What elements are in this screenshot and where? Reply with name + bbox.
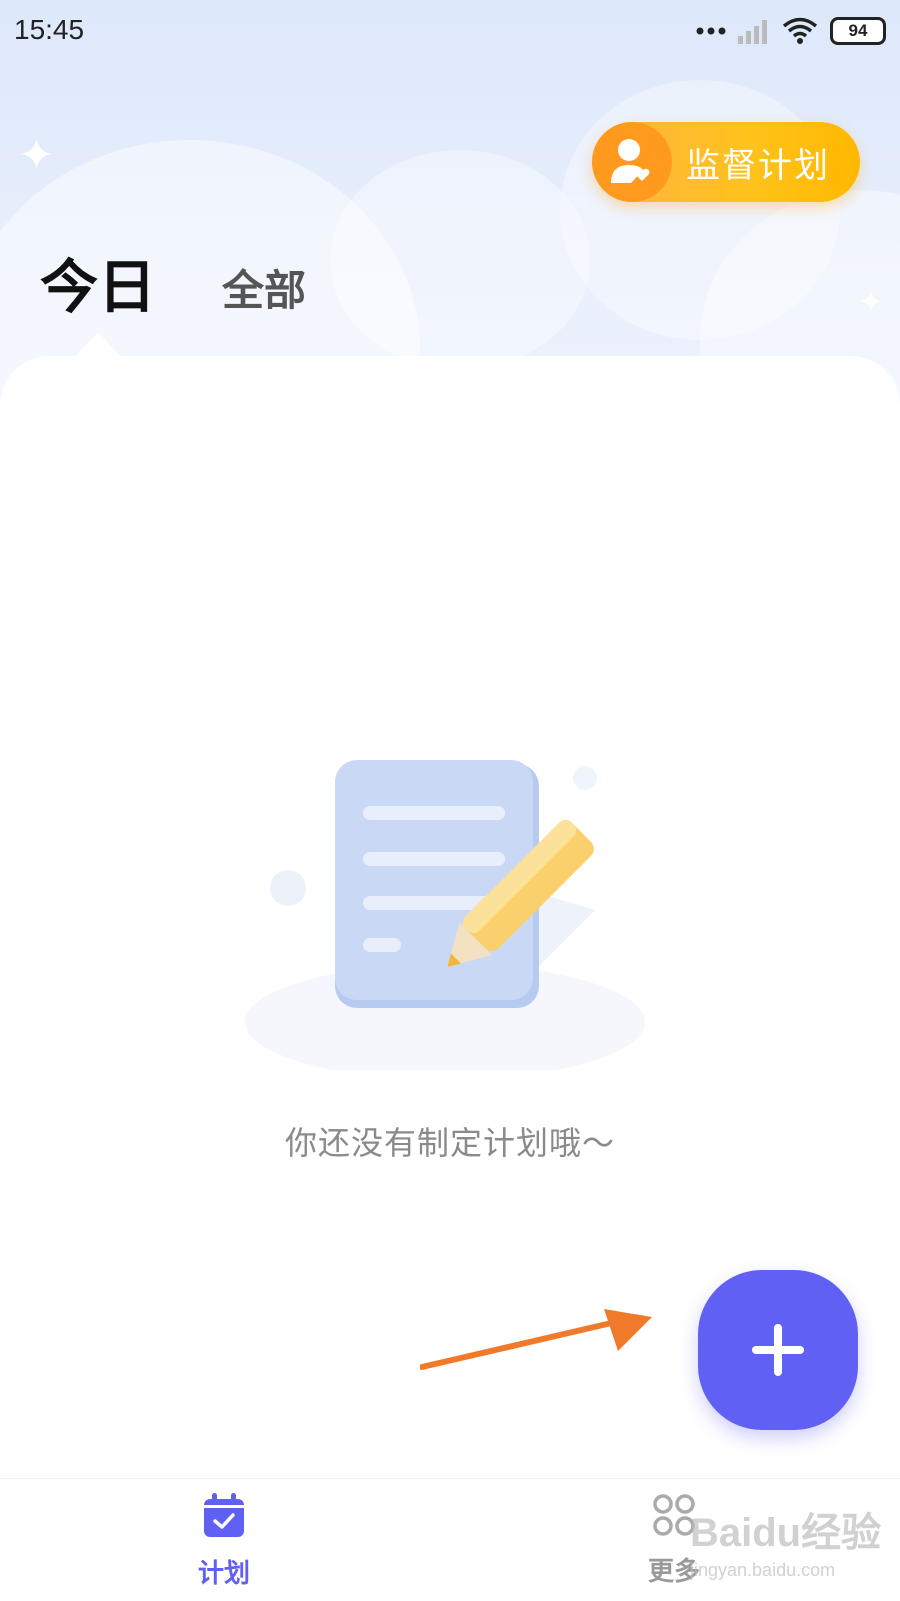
supervise-plan-label: 监督计划: [686, 145, 830, 186]
status-time: 15:45: [14, 14, 85, 45]
nav-item-plan[interactable]: 计划: [164, 1493, 284, 1590]
status-icons: 94: [696, 16, 886, 46]
tab-all[interactable]: 全部: [222, 257, 306, 324]
tab-bar: 今日 全部: [40, 240, 306, 324]
sparkle-icon: ✦: [858, 285, 884, 320]
document-pencil-illustration: [245, 760, 645, 1070]
nav-label-plan: 计划: [197, 1559, 250, 1589]
annotation-arrow: [420, 1309, 652, 1370]
sparkle-icon: ✦: [18, 130, 55, 181]
supervisor-heart-icon: [592, 122, 672, 202]
add-plan-button[interactable]: [698, 1270, 858, 1430]
calendar-check-icon: [204, 1493, 244, 1537]
tab-today[interactable]: 今日: [40, 240, 156, 324]
more-dots-icon: [696, 27, 726, 35]
status-bar: 15:45 94: [0, 0, 900, 62]
watermark-url: jingyan.baidu.com: [690, 1560, 836, 1580]
watermark-brand: Baidu经验: [690, 1511, 882, 1555]
signal-icon: [738, 20, 767, 44]
supervise-plan-button[interactable]: 监督计划: [592, 122, 860, 202]
empty-state-message: 你还没有制定计划哦～: [284, 1124, 615, 1162]
plus-icon: [752, 1324, 804, 1376]
wifi-icon: [782, 17, 818, 44]
battery-icon: 94: [830, 17, 886, 45]
active-tab-pointer: [74, 332, 122, 358]
